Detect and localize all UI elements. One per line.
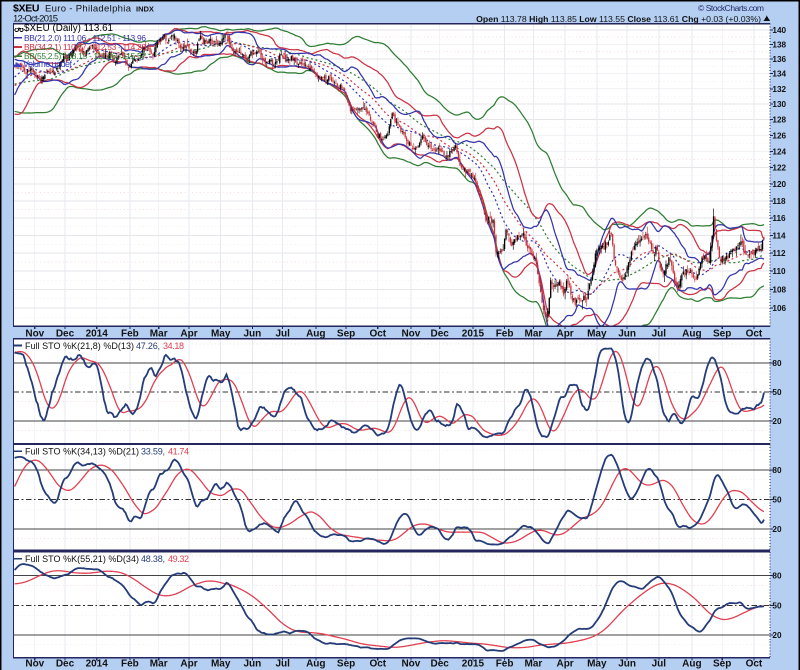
svg-text:112: 112 <box>772 249 786 258</box>
svg-text:47.26,: 47.26, <box>136 341 160 351</box>
svg-text:41.74: 41.74 <box>168 447 189 457</box>
svg-text:Feb: Feb <box>496 658 514 669</box>
svg-text:Apr: Apr <box>556 658 573 669</box>
svg-text:Jun: Jun <box>244 658 262 669</box>
svg-text:Sep: Sep <box>337 658 355 669</box>
svg-text:INDX: INDX <box>136 5 154 14</box>
svg-text:128: 128 <box>772 116 786 125</box>
svg-text:Apr: Apr <box>180 658 197 669</box>
svg-text:34.18: 34.18 <box>163 341 184 351</box>
svg-text:122: 122 <box>772 164 786 173</box>
svg-text:Dec: Dec <box>431 328 450 339</box>
svg-text:Jun: Jun <box>244 328 262 339</box>
svg-text:48.38,: 48.38, <box>141 554 165 564</box>
svg-text:Dec: Dec <box>431 658 450 669</box>
svg-text:Jun: Jun <box>618 658 636 669</box>
svg-text:49.32: 49.32 <box>168 554 189 564</box>
svg-text:Jul: Jul <box>652 328 667 339</box>
svg-text:Mar: Mar <box>525 658 543 669</box>
svg-text:Oct: Oct <box>369 328 386 339</box>
svg-text:Feb: Feb <box>496 328 514 339</box>
svg-text:Mar: Mar <box>150 328 168 339</box>
svg-text:50: 50 <box>772 388 782 397</box>
svg-text:140: 140 <box>772 26 786 35</box>
svg-text:Oct: Oct <box>746 658 763 669</box>
svg-text:108: 108 <box>772 285 786 294</box>
svg-text:Euro - Philadelphia: Euro - Philadelphia <box>45 4 132 15</box>
svg-text:Sep: Sep <box>337 328 355 339</box>
svg-text:80: 80 <box>772 359 782 368</box>
svg-text:Full STO %K(55,21) %D(34): Full STO %K(55,21) %D(34) <box>25 554 139 564</box>
svg-text:136: 136 <box>772 55 786 64</box>
svg-text:Sep: Sep <box>713 658 731 669</box>
svg-text:Oct: Oct <box>746 328 763 339</box>
svg-text:Dec: Dec <box>56 658 75 669</box>
svg-text:33.59,: 33.59, <box>141 447 165 457</box>
svg-text:Volume undef: Volume undef <box>23 59 72 69</box>
svg-text:May: May <box>587 658 607 669</box>
svg-text:Full STO %K(34,13) %D(21): Full STO %K(34,13) %D(21) <box>25 447 139 457</box>
svg-text:80: 80 <box>772 466 782 475</box>
svg-text:Nov: Nov <box>401 658 420 669</box>
svg-text:20: 20 <box>772 631 782 640</box>
svg-text:Aug: Aug <box>682 658 701 669</box>
svg-text:106: 106 <box>772 304 786 313</box>
svg-text:Feb: Feb <box>121 328 139 339</box>
svg-text:Jul: Jul <box>652 658 667 669</box>
svg-text:Open 113.78 High 113.85 Low 11: Open 113.78 High 113.85 Low 113.55 Close… <box>476 14 761 24</box>
svg-text:Aug: Aug <box>682 328 701 339</box>
svg-text:Nov: Nov <box>401 328 420 339</box>
svg-text:Aug: Aug <box>306 328 325 339</box>
svg-text:May: May <box>211 328 231 339</box>
svg-text:50: 50 <box>772 495 782 504</box>
svg-text:20: 20 <box>772 525 782 534</box>
svg-text:80: 80 <box>772 572 782 581</box>
svg-text:Full STO %K(21,8) %D(13): Full STO %K(21,8) %D(13) <box>25 341 134 351</box>
svg-text:May: May <box>211 658 231 669</box>
svg-text:Feb: Feb <box>121 658 139 669</box>
svg-text:Aug: Aug <box>306 658 325 669</box>
svg-text:May: May <box>587 328 607 339</box>
svg-text:Sep: Sep <box>713 328 731 339</box>
svg-text:132: 132 <box>772 85 786 94</box>
svg-text:Apr: Apr <box>556 328 573 339</box>
svg-text:110: 110 <box>772 267 786 276</box>
svg-text:Jul: Jul <box>275 328 290 339</box>
svg-text:50: 50 <box>772 601 782 610</box>
svg-text:120: 120 <box>772 180 786 189</box>
svg-text:130: 130 <box>772 100 786 109</box>
svg-text:2015: 2015 <box>462 328 485 339</box>
svg-text:Nov: Nov <box>25 328 44 339</box>
svg-text:Apr: Apr <box>180 328 197 339</box>
svg-text:2014: 2014 <box>86 328 109 339</box>
svg-text:126: 126 <box>772 131 786 140</box>
svg-text:Mar: Mar <box>150 658 168 669</box>
svg-text:138: 138 <box>772 40 786 49</box>
svg-text:Oct: Oct <box>369 658 386 669</box>
svg-text:Dec: Dec <box>56 328 75 339</box>
svg-text:20: 20 <box>772 417 782 426</box>
svg-text:116: 116 <box>772 214 786 223</box>
svg-text:134: 134 <box>772 70 786 79</box>
svg-text:Nov: Nov <box>25 658 44 669</box>
svg-text:Jul: Jul <box>275 658 290 669</box>
svg-text:114: 114 <box>772 231 786 240</box>
svg-text:Mar: Mar <box>525 328 543 339</box>
svg-text:Jun: Jun <box>618 328 636 339</box>
svg-text:2014: 2014 <box>86 658 109 669</box>
svg-text:© StockCharts.com: © StockCharts.com <box>698 3 764 13</box>
svg-text:2015: 2015 <box>462 658 485 669</box>
svg-text:124: 124 <box>772 147 786 156</box>
svg-text:118: 118 <box>772 197 786 206</box>
